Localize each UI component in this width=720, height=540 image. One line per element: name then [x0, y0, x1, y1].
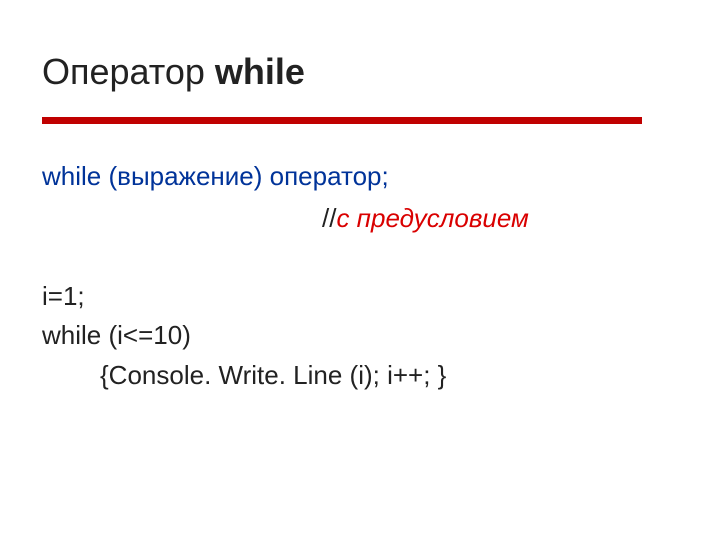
slide-title: Оператор while: [42, 50, 678, 93]
comment-slashes: //: [322, 203, 336, 233]
slide: Оператор while while (выражение) операто…: [0, 0, 720, 540]
syntax-rest: (выражение) оператор;: [101, 161, 389, 191]
title-keyword: while: [215, 51, 305, 92]
comment-text: с предусловием: [336, 203, 528, 233]
code-line-3-text: {Console. Write. Line (i); i++; }: [100, 360, 446, 390]
syntax-keyword: while: [42, 161, 101, 191]
syntax-line: while (выражение) оператор;: [42, 158, 678, 196]
title-underline: [42, 117, 642, 124]
code-block: i=1; while (i<=10) {Console. Write. Line…: [42, 278, 678, 395]
slide-body: while (выражение) оператор; //с предусло…: [42, 158, 678, 394]
title-plain: Оператор: [42, 51, 215, 92]
code-line-1: i=1;: [42, 278, 678, 316]
comment-line: //с предусловием: [42, 200, 678, 238]
code-line-2: while (i<=10): [42, 317, 678, 355]
code-line-3: {Console. Write. Line (i); i++; }: [42, 357, 678, 395]
